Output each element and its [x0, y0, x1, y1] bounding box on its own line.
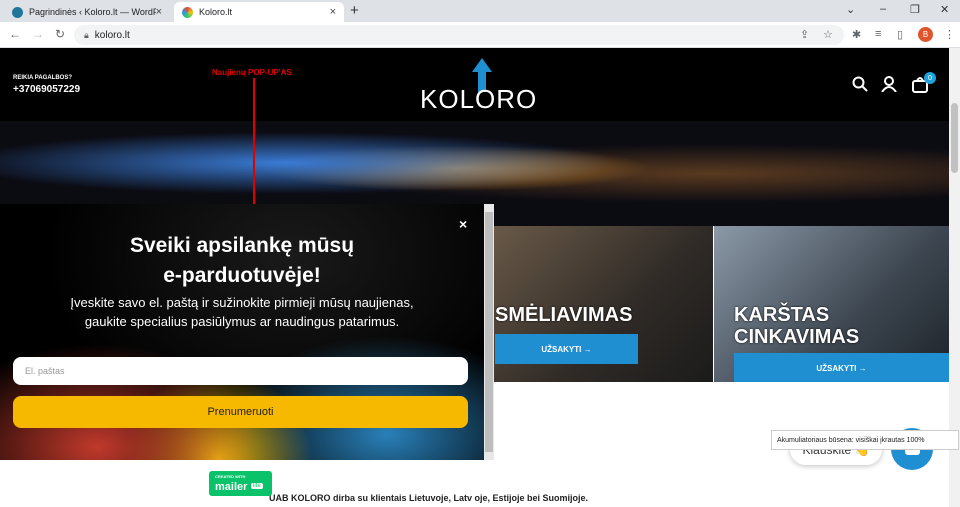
koloro-logo[interactable]: KOLORO	[420, 58, 536, 116]
email-field[interactable]	[13, 357, 468, 385]
menu-kebab-icon[interactable]: ⋮	[944, 28, 955, 41]
annotation-arrow	[253, 78, 255, 204]
tab-wordpress[interactable]: Pagrindinės ‹ Koloro.lt — WordPr ×	[4, 2, 170, 22]
category-card-cinkavimas[interactable]: KARŠTAS CINKAVIMAS UŽSAKYTI →	[714, 226, 949, 382]
section-subtitle: UAB KOLORO dirba su klientais Lietuvoje,…	[269, 493, 589, 503]
close-window-icon[interactable]: ✕	[940, 3, 949, 16]
extensions-icon[interactable]: ✱	[852, 28, 861, 41]
wordpress-icon	[12, 6, 23, 18]
annotation-label: Naujienų POP-UP'AS	[212, 68, 292, 77]
battery-status-tooltip: Akumuliatoriaus būsena: visiškai įkrauta…	[771, 430, 959, 450]
newsletter-popup: × Sveiki apsilankę mūsų e-parduotuvėje! …	[0, 204, 484, 460]
media-control-icon[interactable]: ≡	[875, 28, 881, 40]
mailerlite-brand: mailer	[215, 481, 248, 493]
mailerlite-lite: lite	[251, 483, 263, 489]
category-title: KARŠTAS CINKAVIMAS	[734, 304, 859, 348]
help-label: REIKIA PAGALBOS?	[13, 75, 73, 81]
popup-title-line1: Sveiki apsilankę mūsų	[129, 234, 355, 257]
popup-text-line1: Įveskite savo el. paštą ir sužinokite pi…	[70, 295, 414, 310]
minimize-icon[interactable]: –	[880, 3, 886, 15]
mailerlite-badge[interactable]: CREATED WITH mailer lite	[209, 471, 272, 496]
popup-title-line2: e-parduotuvėje!	[163, 264, 321, 287]
browser-toolbar: ← → ↻ 🔒︎ koloro.lt ⇪ ☆ ✱ ≡ ▯ B ⋮	[0, 22, 960, 48]
reload-icon[interactable]: ↻	[55, 27, 65, 41]
bookmark-star-icon[interactable]: ☆	[823, 28, 833, 41]
search-icon[interactable]	[852, 76, 868, 96]
lock-icon: 🔒︎	[84, 29, 89, 40]
tab-search-icon[interactable]: ⌄	[846, 3, 855, 16]
order-button[interactable]: UŽSAKYTI →	[495, 334, 638, 364]
category-title-line1: KARŠTAS	[734, 304, 830, 326]
category-title: SMĖLIAVIMAS	[495, 304, 633, 326]
mailerlite-small: CREATED WITH	[215, 474, 246, 479]
tab-koloro[interactable]: Koloro.lt ×	[174, 2, 344, 22]
koloro-favicon-icon	[182, 6, 193, 18]
category-title-line2: CINKAVIMAS	[734, 326, 860, 348]
page-scroll-thumb[interactable]	[951, 103, 958, 173]
browser-tab-strip: Pagrindinės ‹ Koloro.lt — WordPr × Kolor…	[0, 0, 960, 22]
new-tab-button[interactable]: +	[350, 2, 359, 19]
side-panel-icon[interactable]: ▯	[897, 28, 903, 41]
restore-icon[interactable]: ❐	[910, 3, 920, 16]
order-button[interactable]: UŽSAKYTI →	[734, 353, 949, 382]
address-bar[interactable]: 🔒︎ koloro.lt	[74, 25, 844, 45]
back-icon[interactable]: ←	[9, 27, 21, 41]
tab-title: Koloro.lt	[199, 7, 233, 17]
cart-count-badge: 0	[924, 72, 936, 84]
close-tab-icon[interactable]: ×	[156, 6, 162, 18]
tab-title: Pagrindinės ‹ Koloro.lt — WordPr	[29, 7, 156, 17]
subscribe-button[interactable]: Prenumeruoti	[13, 396, 468, 428]
popup-scrollbar[interactable]	[484, 204, 494, 460]
help-phone[interactable]: +37069057229	[13, 84, 80, 95]
popup-close-button[interactable]: ×	[459, 216, 467, 232]
popup-text-line2: gaukite specialius pasiūlymus ar nauding…	[84, 314, 400, 329]
popup-scroll-thumb[interactable]	[485, 212, 493, 452]
site-header: REIKIA PAGALBOS? +37069057229 KOLORO 0 N…	[0, 48, 949, 121]
forward-icon[interactable]: →	[32, 27, 44, 41]
close-tab-icon[interactable]: ×	[330, 6, 336, 18]
logo-text: KOLORO	[420, 84, 538, 114]
profile-avatar[interactable]: B	[918, 27, 933, 42]
user-icon[interactable]	[881, 76, 897, 96]
url-text: koloro.lt	[94, 29, 130, 41]
category-card-smeliavimas[interactable]: SMĖLIAVIMAS UŽSAKYTI →	[491, 226, 713, 382]
share-icon[interactable]: ⇪	[800, 28, 809, 41]
